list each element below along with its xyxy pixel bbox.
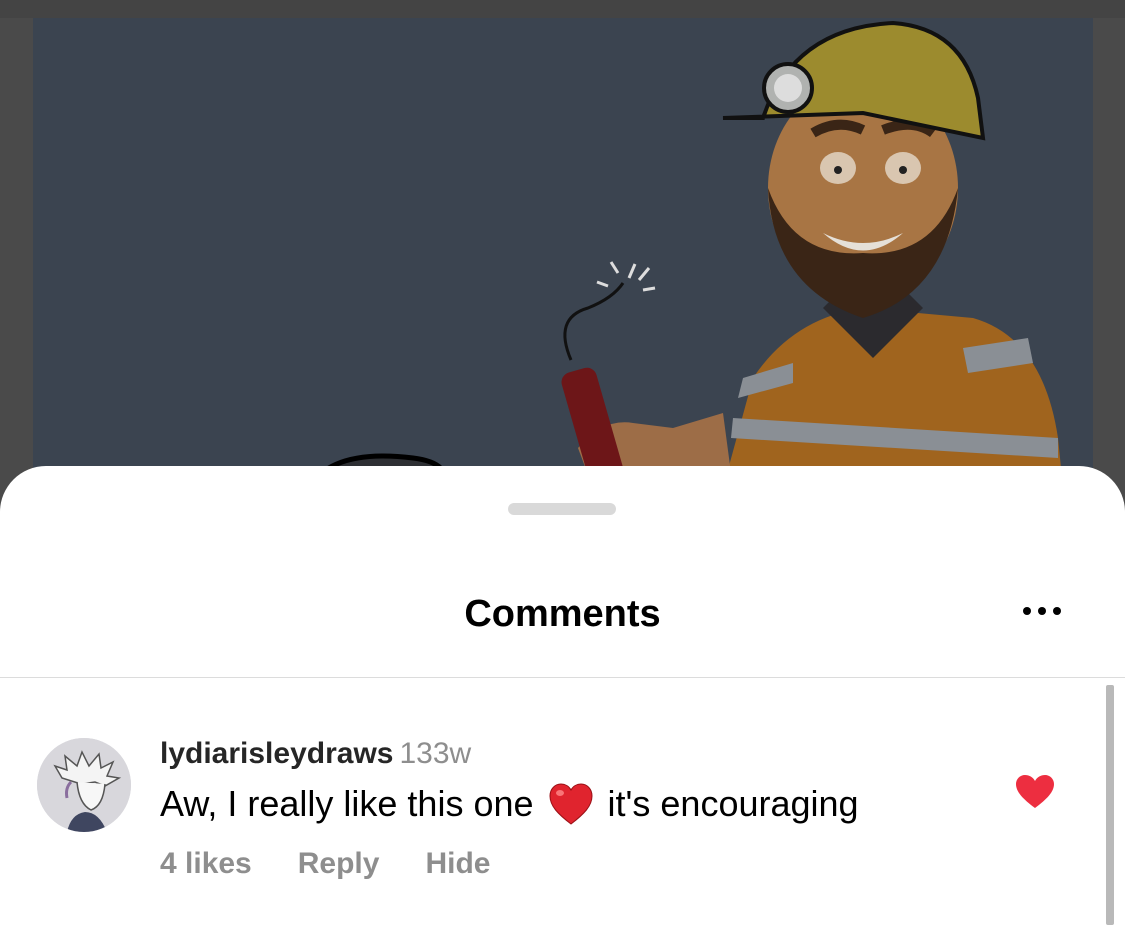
more-options-button[interactable] — [1012, 602, 1072, 620]
top-strip — [0, 0, 1125, 18]
avatar-drawing-icon — [37, 738, 131, 832]
hide-button[interactable]: Hide — [425, 847, 490, 880]
sheet-grabber-handle[interactable] — [508, 503, 616, 515]
reply-button[interactable]: Reply — [298, 847, 380, 880]
heart-filled-icon[interactable] — [1015, 774, 1055, 810]
comment-actions: 4 likes Reply Hide — [160, 846, 536, 882]
scrollbar[interactable] — [1106, 685, 1114, 925]
heart-emoji-icon — [549, 783, 593, 825]
comment-timestamp: 133w — [399, 737, 472, 770]
comment-text-part-2: it's encouraging — [607, 783, 859, 824]
likes-count[interactable]: 4 likes — [160, 847, 252, 880]
avatar[interactable] — [37, 738, 131, 832]
comment-header: lydiarisleydraws 133w — [160, 736, 471, 772]
miner-illustration — [305, 20, 1063, 488]
more-horizontal-icon-dot — [1023, 607, 1031, 615]
post-media-image — [33, 18, 1093, 488]
sheet-title: Comments — [464, 593, 661, 635]
comment-text: Aw, I really like this one it's encourag… — [160, 782, 859, 826]
comment-text-part-1: Aw, I really like this one — [160, 783, 534, 824]
header-divider — [0, 677, 1125, 678]
comments-sheet: Comments lydiarisleydraws 133w Aw, I real… — [0, 466, 1125, 926]
comment-username[interactable]: lydiarisleydraws — [160, 737, 393, 770]
more-horizontal-icon-dot — [1038, 607, 1046, 615]
more-horizontal-icon-dot — [1053, 607, 1061, 615]
